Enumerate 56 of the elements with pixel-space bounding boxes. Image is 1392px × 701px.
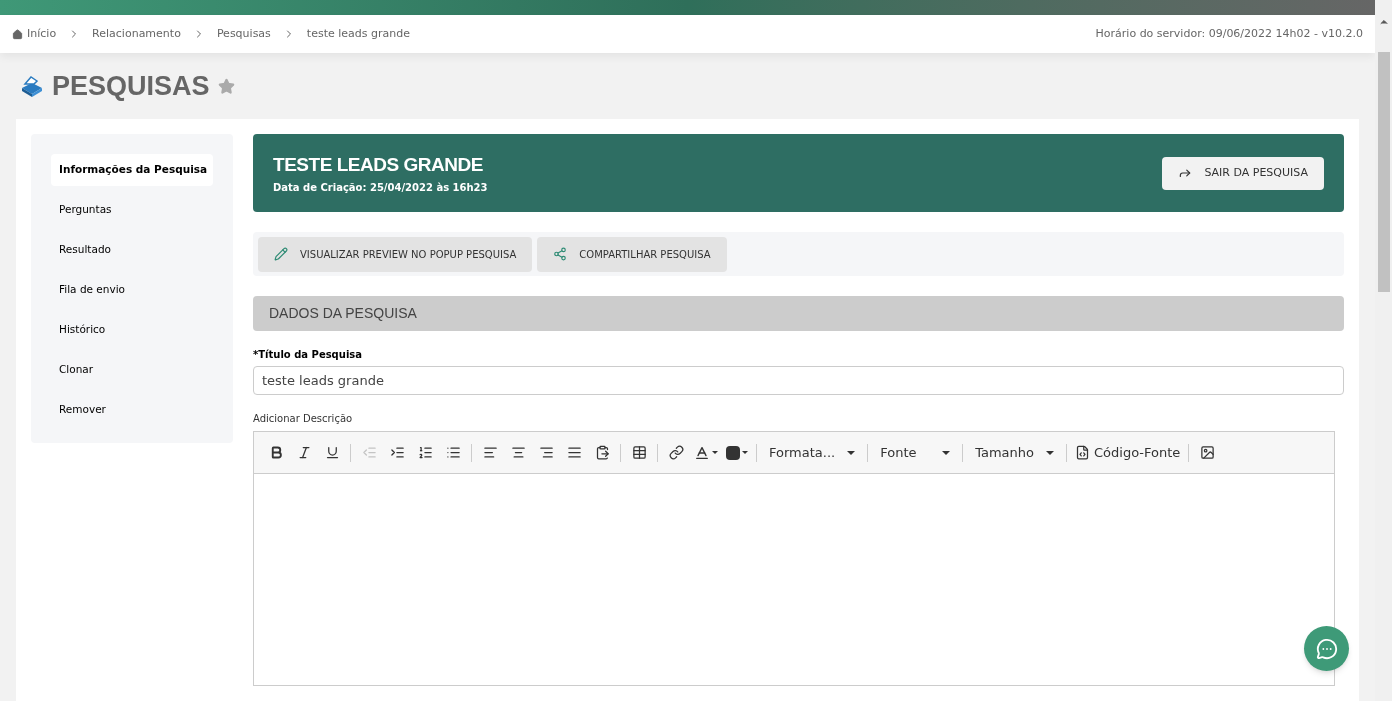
indent-icon — [389, 445, 405, 460]
caret-icon — [742, 451, 748, 454]
breadcrumb-link[interactable]: Relacionamento — [92, 25, 181, 43]
format-dropdown[interactable]: Formata... — [761, 440, 864, 465]
text-color-icon — [694, 444, 710, 461]
outdent-icon — [361, 445, 377, 460]
survey-title-field[interactable]: teste leads grande — [253, 366, 1344, 395]
server-time-text: Horário do servidor: 09/06/2022 14h02 - v10.2.0 — [1095, 25, 1363, 42]
center-icon — [510, 445, 526, 460]
sidebar-item[interactable]: Resultado — [51, 234, 213, 266]
description-label: Adicionar Descrição — [253, 412, 354, 426]
hand-box-icon — [20, 74, 44, 98]
creation-date-text: Data de Criação: 25/04/2022 às 16h23 — [273, 180, 488, 195]
exit-survey-button[interactable]: SAIR DA PESQUISA — [1162, 156, 1324, 190]
breadcrumb-link[interactable]: Pesquisas — [216, 25, 271, 43]
scrollbar-thumb[interactable] — [1377, 52, 1390, 292]
format-dropdown[interactable]: Fonte — [872, 440, 959, 465]
italic-icon — [296, 445, 312, 460]
caret-icon — [942, 450, 951, 455]
left-icon — [482, 445, 498, 460]
bullets-icon — [445, 445, 461, 460]
share-survey-button[interactable]: COMPARTILHAR PESQUISA — [537, 236, 727, 272]
link-icon — [668, 445, 684, 460]
favorite-star-icon[interactable] — [217, 77, 235, 95]
justify-icon — [566, 445, 582, 460]
preview-button[interactable]: VISUALIZAR PREVIEW NO POPUP PESQUISA — [258, 236, 533, 272]
caret-icon — [712, 451, 718, 454]
sidebar-item[interactable]: Remover — [51, 394, 213, 426]
format-dropdown[interactable]: Tamanho — [967, 440, 1062, 465]
sidebar-item[interactable]: Informações da Pesquisa — [51, 154, 213, 186]
ordered-icon — [417, 445, 433, 460]
home-icon — [12, 28, 23, 40]
underline-icon — [324, 445, 340, 460]
chat-icon — [1315, 637, 1338, 660]
pencil-icon — [274, 247, 288, 261]
sidebar-item[interactable]: Perguntas — [51, 194, 213, 226]
field-label: Título da Pesquisa — [258, 348, 363, 362]
required-asterisk: * — [253, 348, 259, 362]
page-title: PESQUISAS — [52, 69, 210, 103]
paste-icon — [594, 445, 610, 460]
sidebar-item[interactable]: Fila de envio — [51, 274, 213, 306]
forward-arrow-icon — [1178, 166, 1193, 180]
breadcrumb-link[interactable]: teste leads grande — [306, 25, 410, 43]
caret-icon — [1046, 450, 1054, 455]
sidebar-item[interactable]: Histórico — [51, 314, 213, 346]
image-icon — [1199, 445, 1215, 460]
share-icon — [553, 247, 568, 261]
caret-icon — [847, 450, 856, 455]
source-code-button[interactable]: Código-Fonte — [1071, 440, 1185, 465]
sidebar-item[interactable]: Clonar — [51, 354, 213, 386]
section-header: DADOS DA PESQUISA — [253, 296, 1344, 331]
survey-title: TESTE LEADS GRANDE — [273, 153, 484, 178]
right-icon — [538, 445, 554, 460]
file-code-icon — [1075, 445, 1090, 460]
table-icon — [631, 445, 647, 460]
breadcrumb-link[interactable]: Início — [27, 25, 57, 43]
